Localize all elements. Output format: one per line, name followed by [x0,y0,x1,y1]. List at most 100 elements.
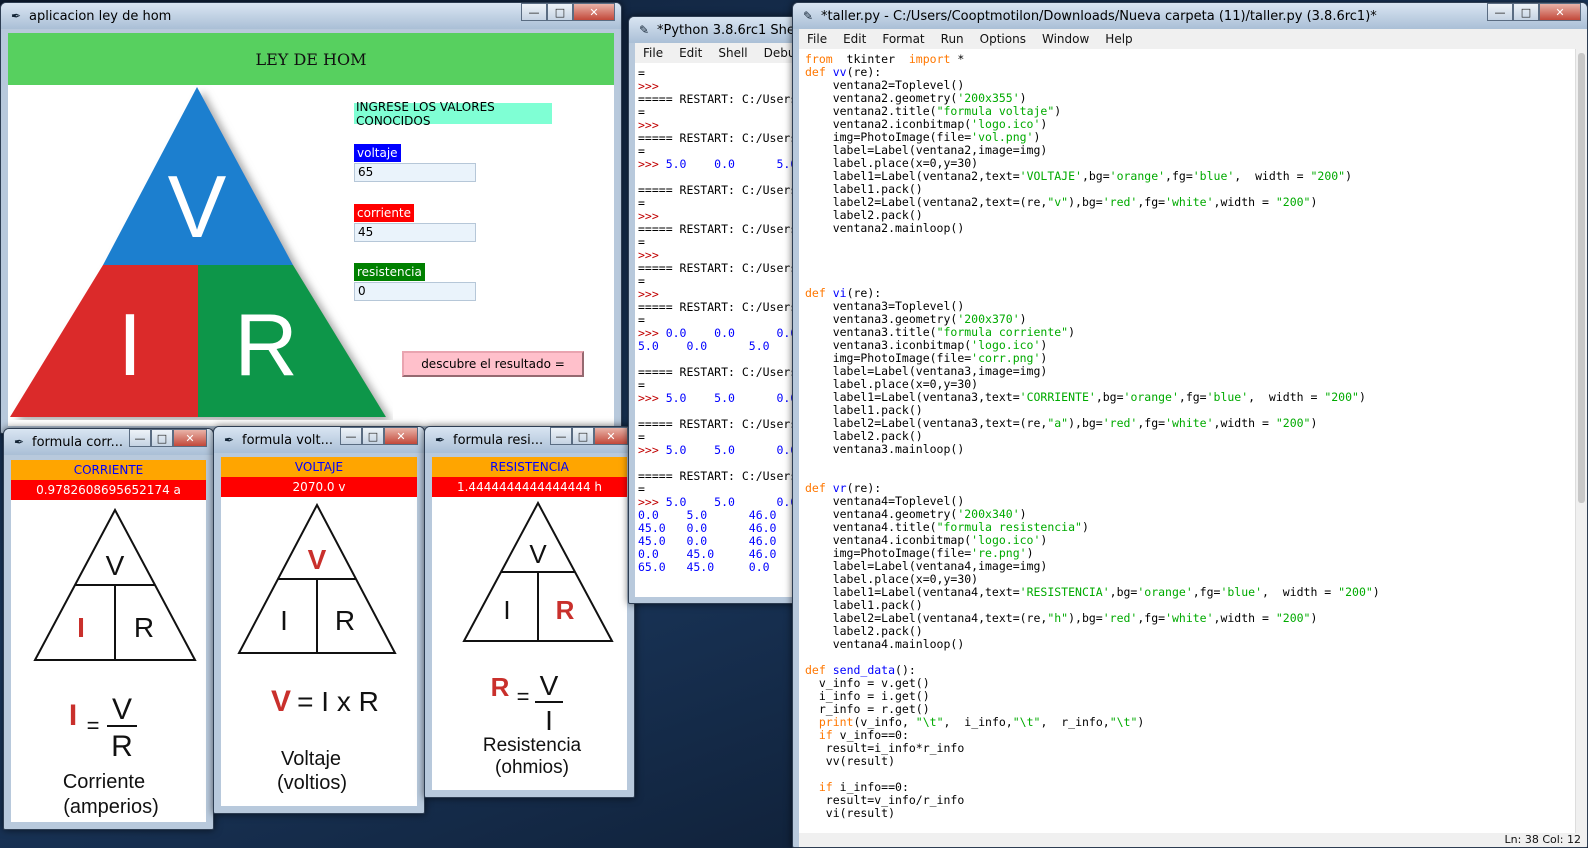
code-line: vv(result) [805,754,896,768]
scrollbar-thumb[interactable] [1578,53,1585,503]
formula-equals: = [87,713,100,738]
tk-feather-icon: ✒ [13,435,25,449]
close-button[interactable]: ✕ [1539,3,1581,21]
shell-line: ===== RESTART: C:/Users/ [638,131,803,145]
voltaje-formula-image: V I R V = I x R Voltaje (voltios) [237,502,397,794]
calculate-button[interactable]: descubre el resultado = [402,351,584,377]
resistencia-result: 1.4444444444444444 h [432,477,627,497]
voltaje-heading: VOLTAJE [221,457,417,477]
formula-tri-v: V [529,539,547,569]
corriente-formula-image: V I R I = V R Corriente (amperios) [33,507,197,818]
voltaje-window-titlebar[interactable]: ✒ formula volt... — □ ✕ [214,427,424,453]
corriente-window-title: formula corr... [32,434,124,450]
shell-line: ===== RESTART: C:/Users/ [638,300,803,314]
maximize-button[interactable]: □ [547,3,573,21]
editor-menubar: File Edit Format Run Options Window Help [799,29,1587,49]
shell-line: >>> 5.0 5.0 0.0 [638,443,798,457]
tk-feather-icon: ✒ [10,9,22,23]
ley-window-titlebar[interactable]: ✒ aplicacion ley de hom — □ ✕ [1,3,621,29]
shell-line: ===== RESTART: C:/Users/ [638,222,803,236]
formula-lhs: I [69,699,77,732]
code-editor[interactable]: from tkinter import * def vv(re): ventana… [805,53,1380,820]
ley-header: LEY DE HOM [8,33,614,85]
editor-client: File Edit Format Run Options Window Help… [799,29,1587,847]
formula-denominator: I [545,705,553,736]
formula-lhs: R [491,672,510,702]
editor-scrollbar[interactable] [1575,49,1587,833]
voltaje-label: voltaje [354,144,401,162]
triangle-r-label: R [234,295,298,394]
menu-options[interactable]: Options [972,32,1034,46]
shell-output[interactable]: = >>> ===== RESTART: C:/Users/= >>> ===== RE… [638,67,803,574]
triangle-i-segment [10,265,198,417]
menu-edit[interactable]: Edit [835,32,874,46]
shell-line: = [638,274,645,288]
minimize-button[interactable]: — [1487,3,1513,21]
code-line: ventana2.mainloop() [805,221,965,235]
maximize-button[interactable]: □ [1513,3,1539,21]
close-button[interactable]: ✕ [384,427,418,445]
code-line: from tkinter import * [805,52,965,66]
maximize-button[interactable]: □ [362,427,384,445]
minimize-button[interactable]: — [550,427,572,445]
formula-tri-v: V [106,550,125,581]
voltaje-input[interactable]: 65 [354,163,476,182]
python-idle-icon: ✎ [638,23,650,37]
python-idle-icon: ✎ [802,9,814,23]
minimize-button[interactable]: — [340,427,362,445]
voltaje-window-title: formula volt... [242,432,334,448]
resistencia-formula-image: V I R R = V I Resistencia (ohmios) [462,500,614,778]
editor-statusbar: Ln: 38 Col: 12 [799,833,1587,847]
maximize-button[interactable]: □ [572,427,594,445]
resistencia-window-titlebar[interactable]: ✒ formula resi... — □ ✕ [425,427,634,453]
menu-window[interactable]: Window [1034,32,1097,46]
shell-line: 65.0 45.0 0.0 [638,560,770,574]
editor-window-titlebar[interactable]: ✎ *taller.py - C:/Users/Cooptmotilon/Dow… [793,3,1587,29]
corriente-label: corriente [354,204,415,222]
code-line: vi(result) [805,806,896,820]
shell-window-title: *Python 3.8.6rc1 Shell* [657,22,803,38]
menu-run[interactable]: Run [933,32,972,46]
formula-caption-unit: (amperios) [63,796,159,818]
corriente-window-client: CORRIENTE 0.9782608695652174 a V I R I =… [11,460,206,822]
triangle-i-label: I [118,295,142,394]
shell-window-client: File Edit Shell Debug = >>> ===== RESTART:… [635,43,803,597]
menu-file[interactable]: File [635,46,671,60]
formula-tri-i: I [503,595,510,625]
formula-tri-i: I [280,605,288,636]
code-line: ventana4.mainloop() [805,637,965,651]
close-button[interactable]: ✕ [173,429,207,447]
formula-denominator: R [111,730,133,763]
ley-de-hom-window: ✒ aplicacion ley de hom — □ ✕ LEY DE HOM… [0,2,622,434]
shell-window-titlebar[interactable]: ✎ *Python 3.8.6rc1 Shell* [629,17,803,43]
ley-window-client: LEY DE HOM V I R INGRESE LOS VALORES CON… [8,33,614,426]
editor-window-title: *taller.py - C:/Users/Cooptmotilon/Downl… [821,8,1377,24]
formula-caption: Voltaje [281,748,341,770]
shell-line: = [638,105,645,119]
menu-file[interactable]: File [799,32,835,46]
maximize-button[interactable]: □ [151,429,173,447]
close-button[interactable]: ✕ [594,427,628,445]
shell-line: ===== RESTART: C:/Users/ [638,365,803,379]
voltaje-window: ✒ formula volt... — □ ✕ VOLTAJE 2070.0 v… [213,426,425,814]
close-button[interactable]: ✕ [573,3,615,21]
menu-shell[interactable]: Shell [710,46,755,60]
formula-numerator: V [112,693,132,726]
minimize-button[interactable]: — [129,429,151,447]
shell-line: ===== RESTART: C:/Users/ [638,183,803,197]
resistencia-window-client: RESISTENCIA 1.4444444444444444 h V I R R… [432,457,627,790]
idle-editor-window: ✎ *taller.py - C:/Users/Cooptmotilon/Dow… [792,2,1588,848]
corriente-window-titlebar[interactable]: ✒ formula corr... — □ ✕ [4,429,213,455]
shell-line: ===== RESTART: C:/Users/ [638,417,803,431]
resistencia-input[interactable]: 0 [354,282,476,301]
menu-edit[interactable]: Edit [671,46,710,60]
minimize-button[interactable]: — [521,3,547,21]
menu-format[interactable]: Format [874,32,932,46]
corriente-input[interactable]: 45 [354,223,476,242]
menu-help[interactable]: Help [1097,32,1140,46]
formula-tri-r: R [556,595,575,625]
